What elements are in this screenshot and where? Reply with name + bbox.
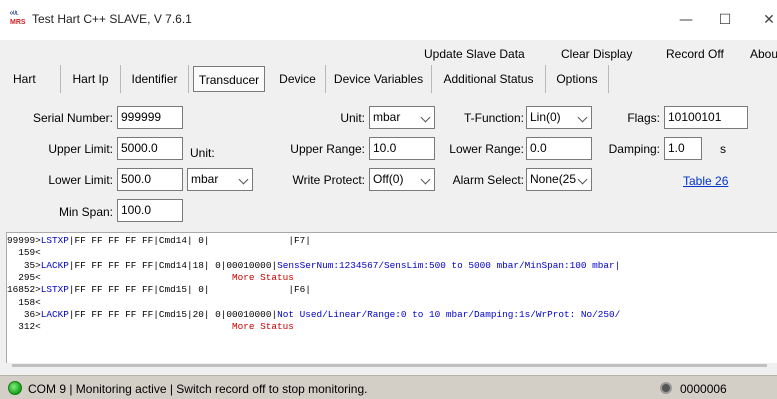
tab-bar: Hart Hart Ip Identifier Transducer Devic…	[0, 65, 777, 95]
menu-record-off[interactable]: Record Off	[666, 47, 724, 61]
log-segment: SensSerNum:1234567/SensLim:500 to 5000 m…	[277, 259, 621, 271]
table-26-link[interactable]: Table 26	[683, 174, 728, 188]
chevron-down-icon	[420, 174, 431, 185]
log-segment: |FF FF FF FF FF|Cmd15|20| 0|00010000|	[68, 308, 278, 320]
limit-unit-label: Unit:	[190, 146, 215, 160]
damping-label: Damping:	[608, 142, 660, 156]
lower-range-field[interactable]: 0.0	[526, 137, 592, 160]
tab-additional-status[interactable]: Additional Status	[432, 65, 546, 93]
tab-device[interactable]: Device	[270, 65, 326, 93]
window-title: Test Hart C++ SLAVE, V 7.6.1	[32, 12, 192, 26]
horizontal-scrollbar[interactable]	[6, 363, 777, 368]
unit-label: Unit:	[340, 111, 365, 125]
upper-range-label: Upper Range:	[290, 142, 365, 156]
flags-label: Flags:	[627, 111, 660, 125]
scrollbar-thumb[interactable]	[12, 364, 767, 367]
limit-unit-dropdown[interactable]: mbar	[187, 168, 253, 191]
app-logo-top-text: ᵒᵁᴸ	[10, 11, 19, 18]
log-segment: 158<	[7, 296, 41, 308]
damping-unit: s	[720, 142, 726, 156]
write-protect-dropdown[interactable]: Off(0)	[369, 168, 435, 191]
log-segment: 16852>	[7, 284, 41, 296]
minimize-button[interactable]: —	[671, 8, 701, 32]
menu-update-slave-data[interactable]: Update Slave Data	[424, 47, 525, 61]
log-line: 35>LACKP|FF FF FF FF FF|Cmd14|18| 0|0001…	[7, 260, 620, 271]
write-protect-label: Write Protect:	[292, 173, 365, 187]
limit-unit-value: mbar	[191, 172, 219, 186]
log-segment: |FF FF FF FF FF|Cmd15| 0| |F6|	[68, 284, 311, 296]
log-segment: More Status	[40, 321, 294, 333]
chevron-down-icon	[420, 112, 431, 123]
tab-identifier[interactable]: Identifier	[121, 65, 189, 93]
log-segment: 159<	[7, 247, 41, 259]
log-segment: 295<	[7, 271, 41, 283]
t-function-label: T-Function:	[463, 111, 524, 125]
min-span-field[interactable]: 100.0	[117, 199, 183, 222]
min-span-label: Min Span:	[58, 205, 113, 219]
app-logo-icon: ᵒᵁᴸ MRS	[10, 11, 26, 28]
log-segment: LSTXP	[40, 284, 69, 296]
upper-limit-field[interactable]: 5000.0	[117, 137, 183, 160]
chevron-down-icon	[577, 112, 588, 123]
menu-about[interactable]: About	[750, 47, 777, 61]
chevron-down-icon	[238, 174, 249, 185]
t-function-dropdown[interactable]: Lin(0)	[526, 106, 592, 129]
tab-device-variables[interactable]: Device Variables	[326, 65, 432, 93]
log-segment: |FF FF FF FF FF|Cmd14|18| 0|00010000|	[68, 259, 278, 271]
upper-limit-label: Upper Limit:	[48, 142, 113, 156]
log-line: 295< More Status	[7, 272, 294, 283]
log-segment: More Status	[40, 271, 294, 283]
log-segment: |FF FF FF FF FF|Cmd14| 0| |F7|	[68, 235, 311, 246]
flags-field[interactable]: 10100101	[664, 106, 748, 129]
lower-range-label: Lower Range:	[449, 142, 524, 156]
log-line: 36>LACKP|FF FF FF FF FF|Cmd15|20| 0|0001…	[7, 309, 620, 320]
lower-limit-field[interactable]: 500.0	[117, 168, 183, 191]
lower-limit-label: Lower Limit:	[48, 173, 113, 187]
chevron-down-icon	[577, 174, 588, 185]
alarm-select-dropdown[interactable]: None(25	[526, 168, 592, 191]
tab-hart-ip[interactable]: Hart Ip	[61, 65, 121, 93]
close-button[interactable]: ✕	[754, 8, 777, 32]
message-counter: 0000006	[680, 382, 727, 396]
damping-field[interactable]: 1.0	[664, 137, 702, 160]
log-segment: LSTXP	[40, 235, 69, 246]
app-logo-text: MRS	[10, 19, 26, 26]
serial-number-field[interactable]: 999999	[117, 106, 183, 129]
log-line: 99999>LSTXP|FF FF FF FF FF|Cmd14| 0| |F7…	[7, 235, 311, 246]
log-line: 312< More Status	[7, 321, 294, 332]
t-function-value: Lin(0)	[530, 110, 561, 124]
tab-transducer[interactable]: Transducer	[193, 66, 265, 92]
log-line: 159<	[7, 247, 41, 258]
log-segment: 312<	[7, 321, 41, 333]
tab-options[interactable]: Options	[546, 65, 609, 93]
record-icon	[660, 382, 672, 394]
log-segment: 36>	[7, 308, 41, 320]
maximize-button[interactable]: ☐	[710, 8, 740, 32]
status-text: COM 9 | Monitoring active | Switch recor…	[28, 382, 368, 396]
log-segment: LACKP	[40, 259, 69, 271]
tab-hart[interactable]: Hart	[8, 65, 61, 93]
status-led-icon	[8, 381, 22, 395]
log-segment: 35>	[7, 259, 41, 271]
status-bar: COM 9 | Monitoring active | Switch recor…	[0, 375, 777, 399]
unit-dropdown[interactable]: mbar	[369, 106, 435, 129]
title-bar: ᵒᵁᴸ MRS Test Hart C++ SLAVE, V 7.6.1 — ☐…	[0, 0, 777, 40]
serial-number-label: Serial Number:	[32, 111, 113, 125]
upper-range-field[interactable]: 10.0	[369, 137, 435, 160]
log-display[interactable]: 99999>LSTXP|FF FF FF FF FF|Cmd14| 0| |F7…	[6, 232, 777, 368]
alarm-select-label: Alarm Select:	[452, 173, 524, 187]
menu-clear-display[interactable]: Clear Display	[561, 47, 632, 61]
alarm-select-value: None(25	[530, 172, 577, 186]
write-protect-value: Off(0)	[373, 172, 404, 186]
log-segment: 99999>	[7, 235, 41, 246]
log-line: 16852>LSTXP|FF FF FF FF FF|Cmd15| 0| |F6…	[7, 284, 311, 295]
log-segment: LACKP	[40, 308, 69, 320]
log-line: 158<	[7, 297, 41, 308]
unit-value: mbar	[373, 110, 401, 124]
log-segment: Not Used/Linear/Range:0 to 10 mbar/Dampi…	[277, 308, 621, 320]
